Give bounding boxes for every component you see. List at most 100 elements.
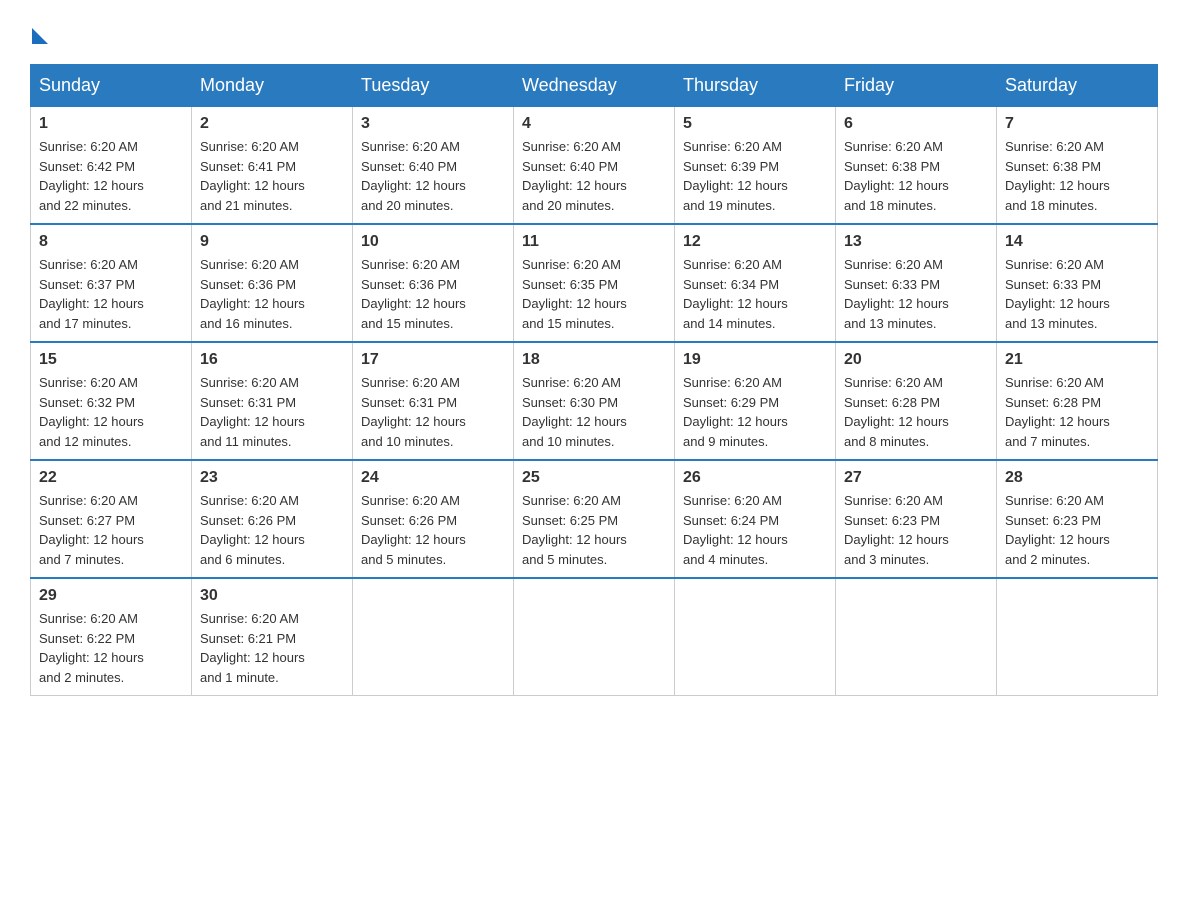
calendar-cell: 11 Sunrise: 6:20 AMSunset: 6:35 PMDayligh… [514,224,675,342]
calendar-cell: 26 Sunrise: 6:20 AMSunset: 6:24 PMDayligh… [675,460,836,578]
calendar-cell: 23 Sunrise: 6:20 AMSunset: 6:26 PMDayligh… [192,460,353,578]
calendar-cell: 25 Sunrise: 6:20 AMSunset: 6:25 PMDayligh… [514,460,675,578]
day-info: Sunrise: 6:20 AMSunset: 6:21 PMDaylight:… [200,609,344,687]
day-info: Sunrise: 6:20 AMSunset: 6:34 PMDaylight:… [683,255,827,333]
day-number: 21 [1005,351,1149,369]
calendar-cell: 12 Sunrise: 6:20 AMSunset: 6:34 PMDayligh… [675,224,836,342]
calendar-cell: 4 Sunrise: 6:20 AMSunset: 6:40 PMDaylight… [514,107,675,225]
day-number: 28 [1005,469,1149,487]
calendar-cell: 19 Sunrise: 6:20 AMSunset: 6:29 PMDayligh… [675,342,836,460]
day-number: 25 [522,469,666,487]
calendar-cell: 1 Sunrise: 6:20 AMSunset: 6:42 PMDaylight… [31,107,192,225]
day-number: 20 [844,351,988,369]
calendar-cell: 13 Sunrise: 6:20 AMSunset: 6:33 PMDayligh… [836,224,997,342]
day-info: Sunrise: 6:20 AMSunset: 6:36 PMDaylight:… [361,255,505,333]
calendar-week-row: 1 Sunrise: 6:20 AMSunset: 6:42 PMDaylight… [31,107,1158,225]
day-info: Sunrise: 6:20 AMSunset: 6:29 PMDaylight:… [683,373,827,451]
day-number: 6 [844,115,988,133]
day-number: 4 [522,115,666,133]
calendar-cell: 28 Sunrise: 6:20 AMSunset: 6:23 PMDayligh… [997,460,1158,578]
calendar-cell: 27 Sunrise: 6:20 AMSunset: 6:23 PMDayligh… [836,460,997,578]
calendar-cell: 8Sunrise: 6:20 AMSunset: 6:37 PMDaylight… [31,224,192,342]
day-number: 8 [39,233,183,251]
weekday-header-wednesday: Wednesday [514,65,675,107]
day-info: Sunrise: 6:20 AMSunset: 6:35 PMDaylight:… [522,255,666,333]
day-info: Sunrise: 6:20 AMSunset: 6:25 PMDaylight:… [522,491,666,569]
weekday-header-thursday: Thursday [675,65,836,107]
day-info: Sunrise: 6:20 AMSunset: 6:28 PMDaylight:… [1005,373,1149,451]
day-number: 10 [361,233,505,251]
day-info: Sunrise: 6:20 AMSunset: 6:30 PMDaylight:… [522,373,666,451]
weekday-header-sunday: Sunday [31,65,192,107]
day-number: 24 [361,469,505,487]
day-number: 14 [1005,233,1149,251]
day-number: 12 [683,233,827,251]
calendar-cell: 29 Sunrise: 6:20 AMSunset: 6:22 PMDayligh… [31,578,192,696]
day-number: 15 [39,351,183,369]
calendar-table: SundayMondayTuesdayWednesdayThursdayFrid… [30,64,1158,696]
day-info: Sunrise: 6:20 AMSunset: 6:23 PMDaylight:… [1005,491,1149,569]
calendar-cell: 21 Sunrise: 6:20 AMSunset: 6:28 PMDayligh… [997,342,1158,460]
calendar-cell [997,578,1158,696]
day-number: 22 [39,469,183,487]
day-number: 30 [200,587,344,605]
day-number: 16 [200,351,344,369]
day-info: Sunrise: 6:20 AMSunset: 6:38 PMDaylight:… [1005,137,1149,215]
calendar-cell: 22 Sunrise: 6:20 AMSunset: 6:27 PMDayligh… [31,460,192,578]
day-info: Sunrise: 6:20 AMSunset: 6:31 PMDaylight:… [361,373,505,451]
calendar-cell: 2 Sunrise: 6:20 AMSunset: 6:41 PMDaylight… [192,107,353,225]
weekday-header-monday: Monday [192,65,353,107]
day-info: Sunrise: 6:20 AMSunset: 6:42 PMDaylight:… [39,137,183,215]
day-number: 19 [683,351,827,369]
day-number: 1 [39,115,183,133]
weekday-header-saturday: Saturday [997,65,1158,107]
day-number: 26 [683,469,827,487]
day-info: Sunrise: 6:20 AMSunset: 6:26 PMDaylight:… [361,491,505,569]
day-number: 27 [844,469,988,487]
day-number: 29 [39,587,183,605]
calendar-week-row: 15Sunrise: 6:20 AMSunset: 6:32 PMDayligh… [31,342,1158,460]
calendar-cell: 5 Sunrise: 6:20 AMSunset: 6:39 PMDaylight… [675,107,836,225]
day-info: Sunrise: 6:20 AMSunset: 6:39 PMDaylight:… [683,137,827,215]
calendar-cell: 3 Sunrise: 6:20 AMSunset: 6:40 PMDaylight… [353,107,514,225]
day-number: 2 [200,115,344,133]
page-header [30,20,1158,44]
day-info: Sunrise: 6:20 AMSunset: 6:27 PMDaylight:… [39,491,183,569]
calendar-week-row: 29 Sunrise: 6:20 AMSunset: 6:22 PMDayligh… [31,578,1158,696]
calendar-cell [836,578,997,696]
day-info: Sunrise: 6:20 AMSunset: 6:23 PMDaylight:… [844,491,988,569]
calendar-cell [353,578,514,696]
day-number: 13 [844,233,988,251]
day-info: Sunrise: 6:20 AMSunset: 6:33 PMDaylight:… [844,255,988,333]
day-info: Sunrise: 6:20 AMSunset: 6:24 PMDaylight:… [683,491,827,569]
calendar-cell: 18 Sunrise: 6:20 AMSunset: 6:30 PMDayligh… [514,342,675,460]
logo [30,20,48,44]
calendar-cell [675,578,836,696]
day-number: 18 [522,351,666,369]
day-info: Sunrise: 6:20 AMSunset: 6:28 PMDaylight:… [844,373,988,451]
weekday-header-tuesday: Tuesday [353,65,514,107]
day-info: Sunrise: 6:20 AMSunset: 6:31 PMDaylight:… [200,373,344,451]
day-info: Sunrise: 6:20 AMSunset: 6:40 PMDaylight:… [361,137,505,215]
day-info: Sunrise: 6:20 AMSunset: 6:26 PMDaylight:… [200,491,344,569]
day-info: Sunrise: 6:20 AMSunset: 6:41 PMDaylight:… [200,137,344,215]
calendar-cell [514,578,675,696]
day-number: 3 [361,115,505,133]
day-number: 23 [200,469,344,487]
day-number: 9 [200,233,344,251]
day-info: Sunrise: 6:20 AMSunset: 6:33 PMDaylight:… [1005,255,1149,333]
calendar-week-row: 22 Sunrise: 6:20 AMSunset: 6:27 PMDayligh… [31,460,1158,578]
day-info: Sunrise: 6:20 AMSunset: 6:40 PMDaylight:… [522,137,666,215]
calendar-cell: 7Sunrise: 6:20 AMSunset: 6:38 PMDaylight… [997,107,1158,225]
day-info: Sunrise: 6:20 AMSunset: 6:36 PMDaylight:… [200,255,344,333]
day-number: 5 [683,115,827,133]
calendar-cell: 15Sunrise: 6:20 AMSunset: 6:32 PMDayligh… [31,342,192,460]
day-number: 17 [361,351,505,369]
calendar-cell: 30 Sunrise: 6:20 AMSunset: 6:21 PMDayligh… [192,578,353,696]
day-info: Sunrise: 6:20 AMSunset: 6:38 PMDaylight:… [844,137,988,215]
calendar-cell: 10 Sunrise: 6:20 AMSunset: 6:36 PMDayligh… [353,224,514,342]
calendar-cell: 6 Sunrise: 6:20 AMSunset: 6:38 PMDaylight… [836,107,997,225]
day-info: Sunrise: 6:20 AMSunset: 6:22 PMDaylight:… [39,609,183,687]
day-number: 11 [522,233,666,251]
logo-arrow-icon [32,28,48,44]
